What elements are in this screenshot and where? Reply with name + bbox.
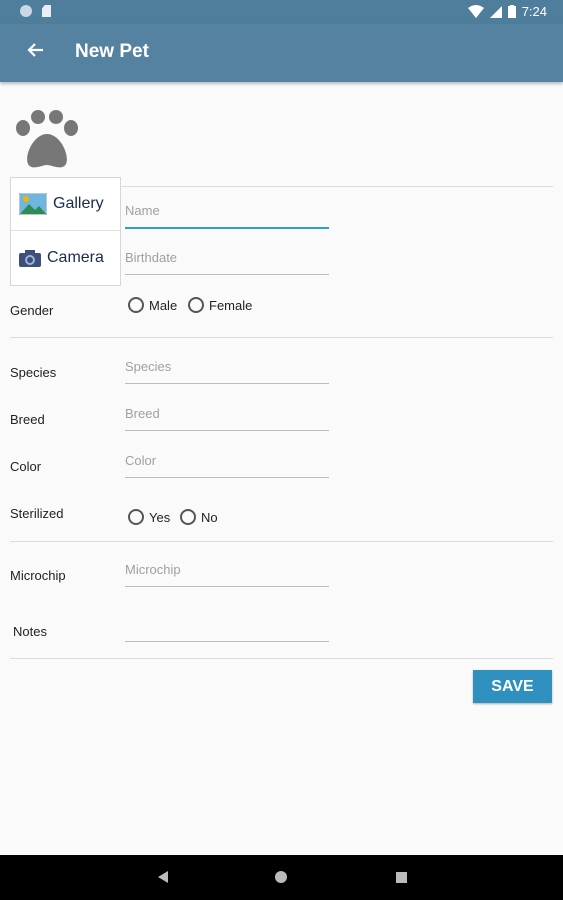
save-button[interactable]: SAVE xyxy=(473,670,552,703)
nav-home-icon[interactable] xyxy=(275,871,287,883)
species-label: Species xyxy=(10,365,57,380)
notes-label: Notes xyxy=(13,624,47,639)
color-input[interactable]: Color xyxy=(125,451,329,478)
notes-input[interactable] xyxy=(125,615,329,642)
notification-dot-icon xyxy=(20,5,32,17)
breed-label: Breed xyxy=(10,412,45,427)
sd-card-icon xyxy=(42,5,51,17)
breed-placeholder: Breed xyxy=(125,406,160,421)
gallery-label: Gallery xyxy=(53,195,104,212)
radio-circle xyxy=(128,297,144,313)
microchip-input[interactable]: Microchip xyxy=(125,560,329,587)
gender-label: Gender xyxy=(10,303,54,318)
divider xyxy=(10,658,553,659)
color-placeholder: Color xyxy=(125,453,157,468)
gender-female-radio[interactable]: Female xyxy=(188,297,252,313)
radio-circle xyxy=(180,509,196,525)
nav-recents-icon[interactable] xyxy=(396,872,407,883)
navigation-bar xyxy=(0,855,563,900)
nav-back-icon[interactable] xyxy=(158,871,168,883)
gallery-button[interactable]: Gallery xyxy=(11,178,120,231)
divider xyxy=(10,337,553,338)
gender-male-label: Male xyxy=(149,297,178,313)
signal-icon xyxy=(489,5,502,18)
photo-picker: Gallery Camera xyxy=(10,177,121,286)
sterilized-yes-label: Yes xyxy=(149,509,171,525)
wifi-icon xyxy=(467,4,484,18)
radio-circle xyxy=(188,297,204,313)
species-placeholder: Species xyxy=(125,359,172,374)
sterilized-label: Sterilized xyxy=(10,506,64,521)
paw-icon xyxy=(16,110,78,168)
status-bar: 7:24 xyxy=(0,0,563,24)
camera-icon xyxy=(19,249,41,267)
sterilized-yes-radio[interactable]: Yes xyxy=(128,509,170,525)
radio-circle xyxy=(128,509,144,525)
name-input[interactable]: Name xyxy=(125,201,329,229)
species-input[interactable]: Species xyxy=(125,357,329,384)
breed-input[interactable]: Breed xyxy=(125,404,329,431)
page-title: New Pet xyxy=(75,41,149,62)
back-arrow-icon[interactable] xyxy=(24,40,48,64)
app-bar: New Pet xyxy=(0,24,563,82)
gender-female-label: Female xyxy=(209,297,253,313)
gallery-icon xyxy=(19,193,47,215)
microchip-placeholder: Microchip xyxy=(125,562,181,577)
gender-male-radio[interactable]: Male xyxy=(128,297,177,313)
name-placeholder: Name xyxy=(125,203,160,218)
birthdate-input[interactable]: Birthdate xyxy=(125,248,329,275)
color-label: Color xyxy=(10,459,42,474)
divider xyxy=(10,541,553,542)
birthdate-placeholder: Birthdate xyxy=(125,250,178,265)
sterilized-no-radio[interactable]: No xyxy=(180,509,218,525)
sterilized-no-label: No xyxy=(201,509,218,525)
camera-label: Camera xyxy=(47,248,104,266)
battery-icon xyxy=(507,5,516,18)
divider xyxy=(120,186,553,187)
status-time: 7:24 xyxy=(521,4,547,19)
camera-button[interactable]: Camera xyxy=(11,231,120,284)
microchip-label: Microchip xyxy=(10,568,66,583)
